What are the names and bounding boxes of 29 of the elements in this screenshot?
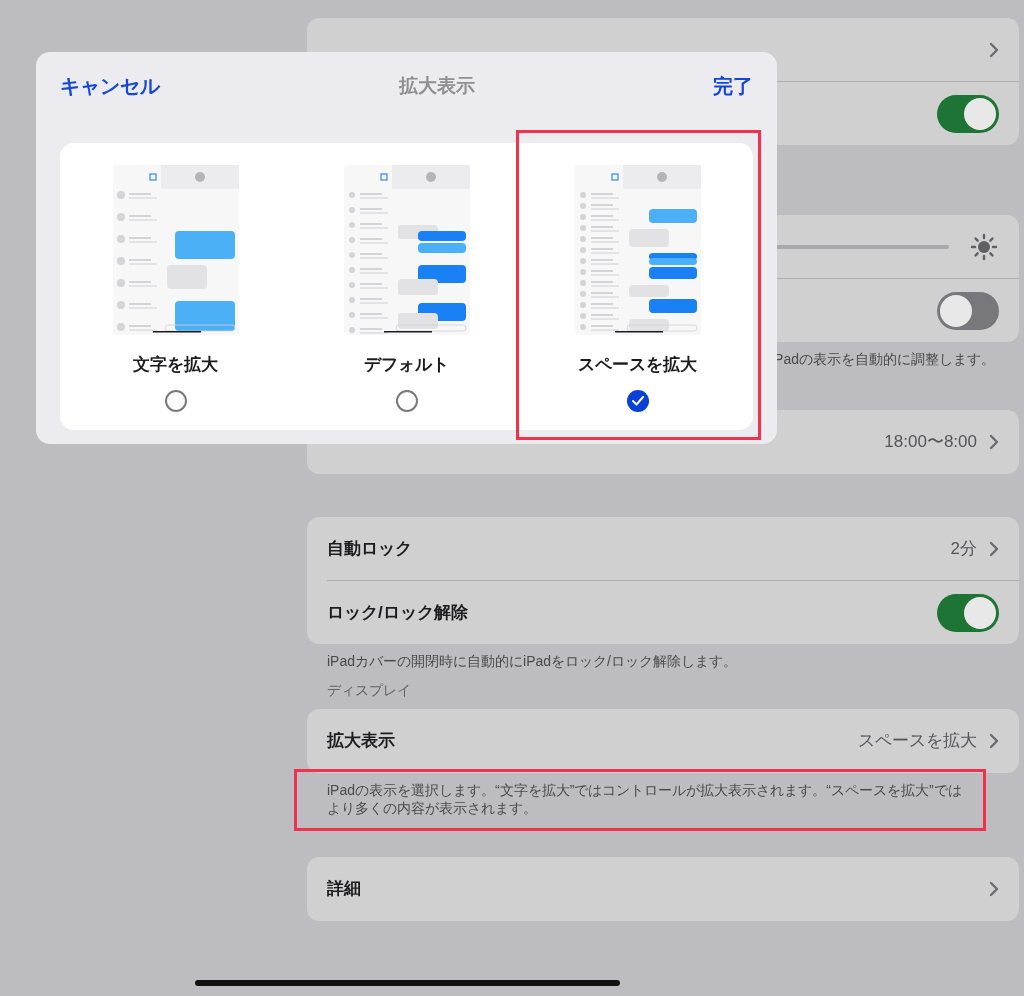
row-label: 拡大表示 [327,730,395,753]
toggle-switch[interactable] [937,291,999,330]
toggle-switch[interactable] [937,593,999,632]
sun-icon [969,231,999,262]
footer-text: iPadカバーの開閉時に自動的にiPadをロック/ロック解除します。 [327,652,737,670]
done-button[interactable]: 完了 [713,71,753,101]
option-label: スペースを拡大 [578,354,697,376]
radio-button[interactable] [395,389,418,412]
row-value: 2分 [950,537,977,560]
option-label: デフォルト [364,354,449,376]
section-header: ディスプレイ [326,681,412,700]
row-label: 自動ロック [327,537,412,560]
toggle-switch[interactable] [937,94,999,133]
radio-button[interactable] [164,389,187,412]
row-value: 18:00〜8:00 [884,431,977,454]
chevron-icon [989,434,999,450]
row-value: スペースを拡大 [858,730,977,753]
row-label: ロック/ロック解除 [327,601,468,624]
radio-button[interactable] [626,389,649,412]
cancel-button[interactable]: キャンセル [60,71,160,101]
chevron-icon [989,881,999,897]
chevron-icon [989,540,999,557]
option-label: 文字を拡大 [133,354,218,376]
chevron-icon [989,733,999,749]
chevron-icon [989,41,999,58]
footer-text: iPadの表示を選択します。“文字を拡大”ではコントロールが拡大表示されます。“スペースを拡大”ではより多くの内容が表示されます。 [327,781,963,817]
row-label: 詳細 [327,878,361,901]
check-icon [631,395,644,406]
dialog-title: 拡大表示 [398,73,475,98]
